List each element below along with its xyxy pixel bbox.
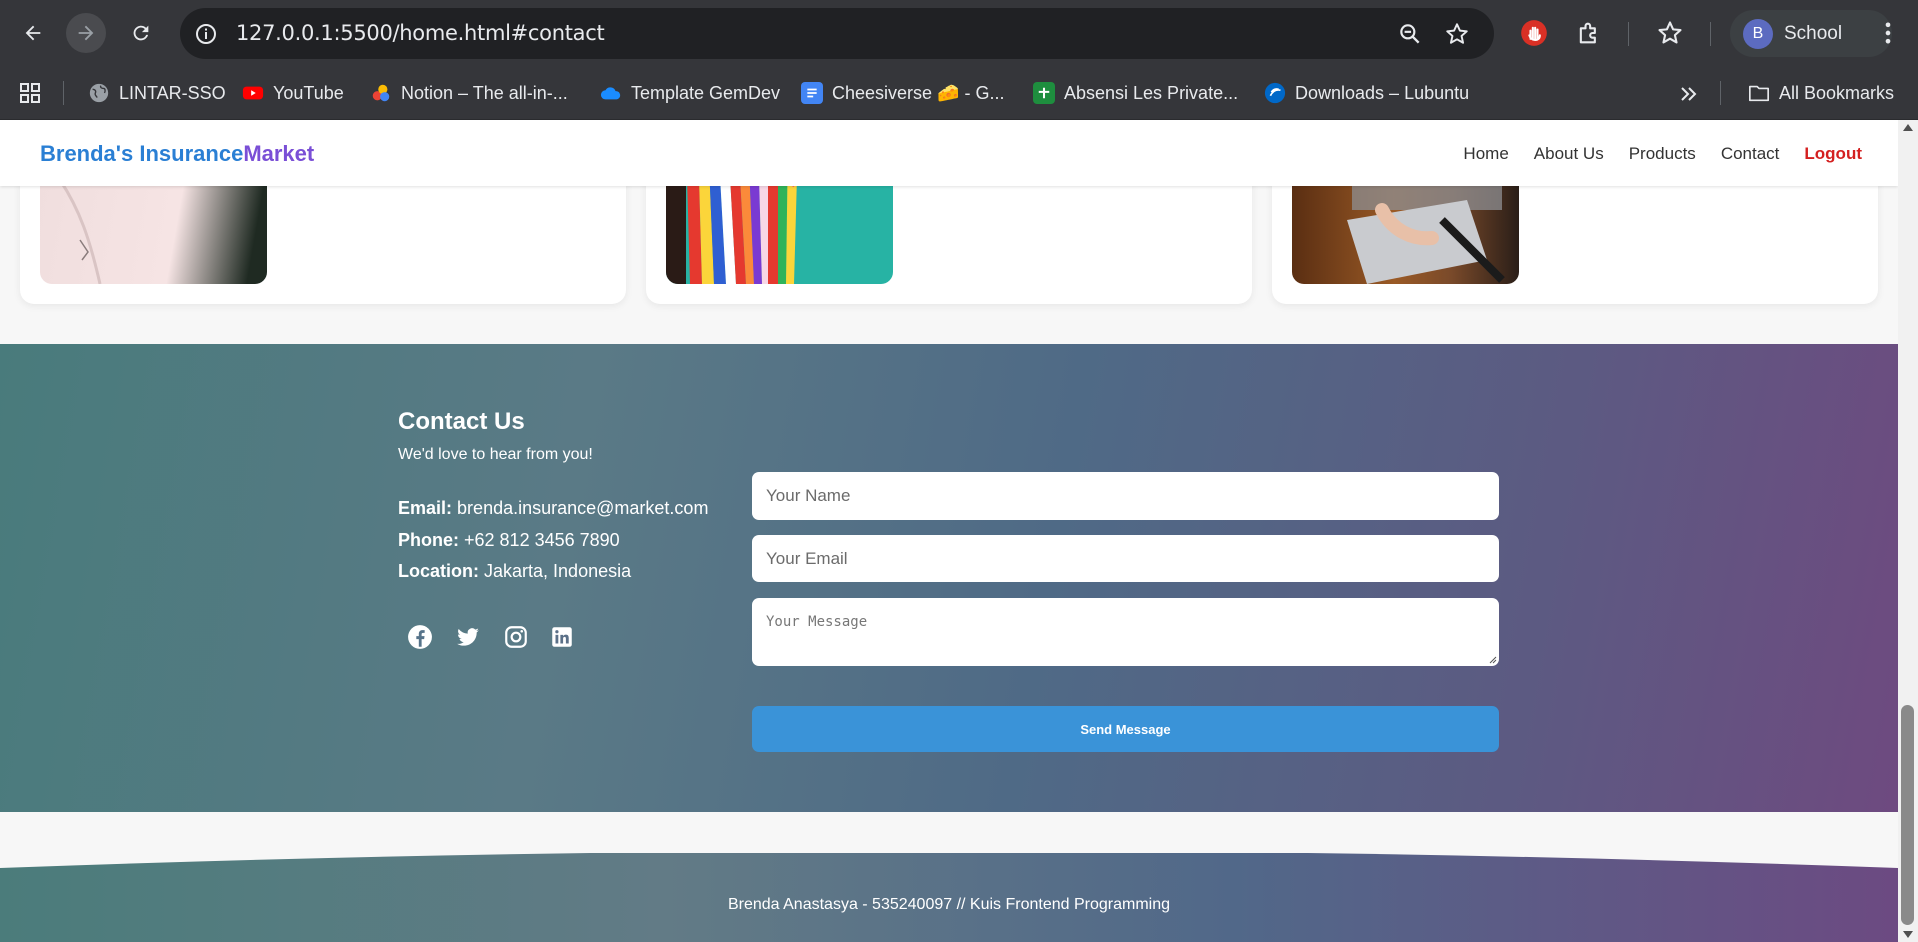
footer-text: Brenda Anastasya - 535240097 // Kuis Fro… [727, 896, 1171, 913]
chevron-double-right-icon[interactable] [1676, 82, 1700, 106]
bookmarks-separator [63, 81, 64, 105]
arrow-right-icon [78, 25, 94, 41]
youtube-icon [242, 82, 264, 104]
bookmark-item[interactable]: Cheesiverse 🧀 - G... [801, 80, 1004, 106]
email-input[interactable]: Your Email [752, 535, 1499, 582]
send-message-button[interactable]: Send Message [752, 706, 1499, 752]
profile-name: School [1784, 22, 1843, 44]
nav-about-us[interactable]: About Us [1534, 144, 1604, 164]
nav-links: Home About Us Products Contact Logout [1463, 144, 1862, 164]
scrollbar-thumb[interactable] [1901, 705, 1914, 925]
back-button[interactable] [13, 13, 53, 53]
more-menu-icon[interactable] [1874, 19, 1902, 47]
address-bar[interactable]: 127.0.0.1:5500/home.html#contact [180, 8, 1494, 59]
notion-icon [370, 82, 392, 104]
twitter-icon[interactable] [455, 624, 481, 650]
bookmark-item[interactable]: Template GemDev [600, 80, 780, 106]
all-bookmarks-button[interactable]: All Bookmarks [1748, 80, 1894, 106]
zoom-icon[interactable] [1397, 21, 1423, 47]
apps-grid-icon[interactable] [18, 81, 42, 105]
browser-window: 127.0.0.1:5500/home.html#contact B Schoo… [0, 0, 1918, 942]
cloud-icon [600, 82, 622, 104]
star-icon[interactable] [1444, 21, 1470, 47]
nav-logout[interactable]: Logout [1804, 144, 1862, 164]
avatar: B [1743, 18, 1773, 49]
toolbar-separator [1710, 22, 1711, 46]
info-icon[interactable] [194, 22, 218, 46]
bookmarks-bar: LINTAR-SSO YouTube Notion – The all-in-.… [0, 67, 1918, 120]
message-textarea[interactable]: Your Message [752, 598, 1499, 666]
bookmark-item[interactable]: YouTube [242, 80, 344, 106]
contact-title: Contact Us [398, 408, 525, 435]
contact-section: Contact Us We'd love to hear from you! E… [0, 344, 1898, 812]
reload-icon [133, 25, 149, 41]
toolbar-separator [1628, 22, 1629, 46]
bookmark-item[interactable]: LINTAR-SSO [88, 80, 226, 106]
page-viewport: Brenda's InsuranceMarket Home About Us P… [0, 120, 1898, 942]
bookmark-item[interactable]: Downloads – Lubuntu [1264, 80, 1469, 106]
contact-email: Email: brenda.insurance@market.com [398, 498, 709, 518]
name-input[interactable]: Your Name [752, 472, 1499, 520]
resize-grip-icon[interactable] [1487, 654, 1497, 664]
folder-icon [1748, 82, 1770, 104]
contact-phone: Phone: +62 812 3456 7890 [398, 530, 620, 550]
linkedin-icon[interactable] [549, 624, 575, 650]
arrow-left-icon [25, 25, 41, 41]
instagram-icon[interactable] [503, 624, 529, 650]
contact-location: Location: Jakarta, Indonesia [398, 561, 632, 581]
docs-icon [801, 82, 823, 104]
bookmarks-separator [1720, 81, 1721, 105]
bookmark-star-list-icon[interactable] [1656, 19, 1684, 47]
lubuntu-icon [1264, 82, 1286, 104]
site-navbar: Brenda's InsuranceMarket Home About Us P… [0, 120, 1898, 186]
scroll-up-arrow-icon[interactable] [1903, 124, 1913, 131]
page-scrollbar[interactable] [1898, 120, 1918, 942]
extensions-puzzle-icon[interactable] [1575, 19, 1603, 47]
url-text: 127.0.0.1:5500/home.html#contact [236, 21, 605, 45]
bookmark-item[interactable]: Absensi Les Private... [1033, 80, 1238, 106]
nav-products[interactable]: Products [1629, 144, 1696, 164]
contact-subtitle: We'd love to hear from you! [398, 446, 593, 463]
scroll-down-arrow-icon[interactable] [1903, 931, 1913, 938]
bookmark-item[interactable]: Notion – The all-in-... [370, 80, 568, 106]
nav-home[interactable]: Home [1463, 144, 1508, 164]
reload-button[interactable] [121, 13, 161, 53]
brand-logo[interactable]: Brenda's InsuranceMarket [40, 141, 314, 167]
profile-chip[interactable]: B School [1730, 10, 1892, 57]
sheets-icon [1033, 82, 1055, 104]
globe-icon [88, 82, 110, 104]
extension-stop-icon[interactable] [1520, 19, 1548, 47]
facebook-icon[interactable] [407, 624, 433, 650]
nav-contact[interactable]: Contact [1721, 144, 1780, 164]
forward-button[interactable] [66, 13, 106, 53]
browser-toolbar: 127.0.0.1:5500/home.html#contact B Schoo… [0, 0, 1918, 67]
